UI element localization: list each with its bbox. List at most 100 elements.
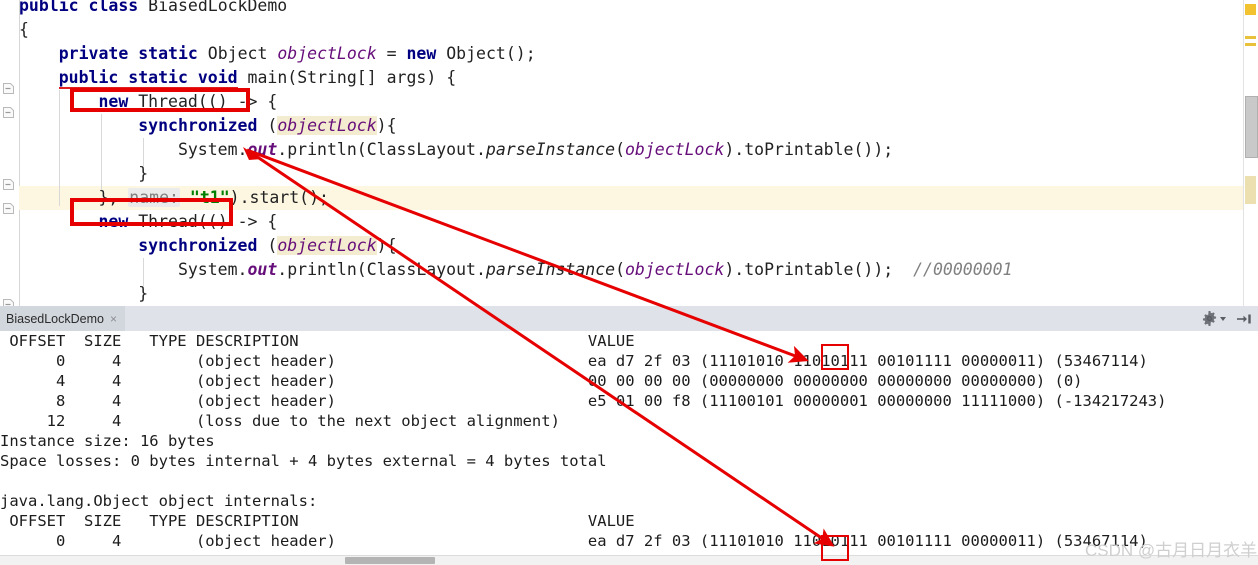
code-token: new [406, 44, 436, 63]
code-token [19, 92, 98, 111]
code-line: new Thread(() -> { [19, 210, 277, 234]
code-editor[interactable]: public class BiasedLockDemo { private sta… [0, 0, 1258, 306]
console-output-line: 12 4 (loss due to the next object alignm… [0, 411, 560, 431]
editor-marker-scrollbar[interactable] [1243, 0, 1258, 306]
code-token: public [19, 0, 79, 15]
code-fold-icon[interactable] [2, 298, 15, 306]
console-output-line: 8 4 (object header) e5 01 00 f8 (1110010… [0, 391, 1166, 411]
code-line: public static void main(String[] args) { [19, 66, 456, 90]
code-token: static [138, 44, 198, 63]
code-token: objectLock [277, 236, 376, 255]
inspection-marker[interactable] [1245, 4, 1256, 15]
code-token: objectLock [277, 116, 376, 135]
close-icon[interactable]: × [110, 312, 117, 326]
console-horizontal-scrollbar[interactable] [0, 555, 1258, 565]
code-token: parseInstance [486, 260, 615, 279]
code-fold-icon[interactable] [2, 178, 15, 191]
code-token: ( [615, 260, 625, 279]
code-token: synchronized [138, 116, 257, 135]
code-token [19, 68, 59, 87]
inspection-marker[interactable] [1245, 43, 1256, 46]
console-output-line: OFFSET SIZE TYPE DESCRIPTION VALUE [0, 331, 635, 351]
code-token: = [377, 44, 407, 63]
code-token: static [128, 68, 188, 89]
code-token: Thread(() -> { [128, 212, 277, 231]
code-token: } [19, 284, 148, 303]
code-token: Thread(() -> { [128, 92, 277, 111]
code-token: parseInstance [486, 140, 615, 159]
code-token: ).toPrintable()); [724, 140, 893, 159]
code-token: ( [257, 116, 277, 135]
code-line: synchronized (objectLock){ [19, 234, 397, 258]
editor-scrollbar-thumb[interactable] [1245, 96, 1258, 158]
code-token: ).toPrintable()); [724, 260, 913, 279]
code-token: main(String[] args) { [238, 68, 457, 87]
console-tab-bar: BiasedLockDemo × [0, 306, 1258, 332]
code-fold-icon[interactable] [2, 82, 15, 95]
code-token: name: [128, 188, 180, 207]
console-output-line: Instance size: 16 bytes [0, 431, 215, 451]
code-token: }, [19, 188, 128, 207]
code-token [118, 68, 128, 89]
code-token: objectLock [625, 140, 724, 159]
inspection-marker[interactable] [1245, 36, 1256, 39]
code-token: Object [198, 44, 277, 63]
code-token: Object(); [436, 44, 535, 63]
code-token: private [59, 44, 129, 63]
code-token: new [98, 92, 128, 111]
code-line: private static Object objectLock = new O… [19, 42, 536, 66]
code-token: .println(ClassLayout. [277, 140, 486, 159]
code-token: objectLock [625, 260, 724, 279]
code-line: new Thread(() -> { [19, 90, 277, 114]
code-line: } [19, 282, 148, 306]
run-console-panel: BiasedLockDemo × [0, 306, 1258, 565]
scrollbar-thumb[interactable] [345, 557, 435, 564]
chevron-down-icon[interactable] [1220, 317, 1226, 321]
code-token: .println(ClassLayout. [277, 260, 486, 279]
code-token: ( [615, 140, 625, 159]
code-token [188, 68, 198, 89]
code-line: { [19, 18, 29, 42]
code-token [19, 116, 138, 135]
code-fold-icon[interactable] [2, 202, 15, 215]
editor-gutter[interactable] [0, 0, 20, 306]
console-output-line: 0 4 (object header) ea d7 2f 03 (1110101… [0, 351, 1148, 371]
code-token: out [247, 140, 277, 159]
console-tab-biasedlockdemo[interactable]: BiasedLockDemo × [0, 306, 125, 331]
console-output-line: 0 4 (object header) ea d7 2f 03 (1110101… [0, 531, 1148, 551]
console-output[interactable]: OFFSET SIZE TYPE DESCRIPTION VALUE 0 4 (… [0, 331, 1258, 557]
code-token: System. [19, 260, 247, 279]
code-token: BiasedLockDemo [138, 0, 287, 15]
soft-wrap-icon[interactable] [1236, 312, 1252, 326]
code-token: void [198, 68, 238, 89]
console-toolbar [1202, 309, 1252, 328]
editor-code-area[interactable]: public class BiasedLockDemo { private sta… [19, 0, 1258, 306]
code-token: { [19, 20, 29, 39]
console-output-line: java.lang.Object object internals: [0, 491, 317, 511]
code-line: }, name: "t1").start(); [19, 186, 329, 210]
code-token [79, 0, 89, 15]
code-token: new [98, 212, 128, 231]
code-token: class [89, 0, 139, 15]
console-tab-label: BiasedLockDemo [6, 312, 104, 326]
code-fold-icon[interactable] [2, 106, 15, 119]
ide-window: public class BiasedLockDemo { private sta… [0, 0, 1258, 565]
code-token: ){ [377, 116, 397, 135]
code-token: } [19, 164, 148, 183]
code-token: System. [19, 140, 247, 159]
code-line: } [19, 162, 148, 186]
caret-position-marker [1245, 176, 1256, 204]
code-line: public class BiasedLockDemo [19, 0, 287, 18]
console-output-line: Space losses: 0 bytes internal + 4 bytes… [0, 451, 607, 471]
code-token: synchronized [138, 236, 257, 255]
code-token: //00000001 [913, 260, 1012, 279]
code-token [19, 44, 59, 63]
code-line: System.out.println(ClassLayout.parseInst… [19, 138, 893, 162]
code-token [19, 236, 138, 255]
gear-icon[interactable] [1202, 311, 1226, 326]
code-token: "t1" [190, 188, 230, 207]
code-line: synchronized (objectLock){ [19, 114, 397, 138]
code-token [180, 188, 190, 207]
code-line: System.out.println(ClassLayout.parseInst… [19, 258, 1012, 282]
code-token [128, 44, 138, 63]
